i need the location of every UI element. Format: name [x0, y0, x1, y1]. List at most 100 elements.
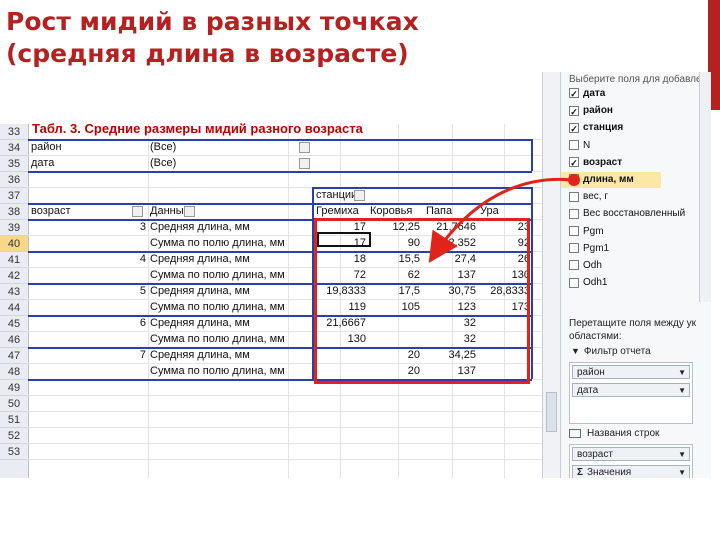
age-value: 6 [139, 317, 146, 329]
field-list-item[interactable]: Вес восстановленный [569, 206, 685, 222]
mean-label: Средняя длина, мм [150, 221, 250, 233]
pill-dropdown-icon[interactable]: ▼ [678, 366, 686, 379]
field-list-item[interactable]: ✓ район [569, 103, 613, 119]
header-row-top [28, 203, 532, 205]
field-label: Pgm1 [583, 242, 610, 254]
field-checkbox[interactable] [569, 225, 579, 236]
column-dropdown-arrow[interactable] [354, 190, 365, 201]
field-checkbox[interactable]: ✓ [569, 157, 579, 168]
active-cell[interactable] [317, 232, 371, 247]
row-field-header[interactable]: возраст [31, 204, 131, 219]
field-checkbox[interactable] [569, 191, 579, 202]
row-number[interactable]: 36 [0, 172, 28, 188]
row-number[interactable]: 43 [0, 284, 28, 300]
sheet-row [28, 444, 542, 460]
pill-dropdown-icon[interactable]: ▼ [678, 384, 686, 397]
field-checkbox[interactable] [569, 243, 579, 254]
sheet-row [28, 188, 542, 204]
sheet-row [28, 412, 542, 428]
field-list-item[interactable]: Odh1 [569, 275, 607, 291]
row-number[interactable]: 33 [0, 124, 28, 140]
row-number[interactable]: 53 [0, 444, 28, 460]
row-number[interactable]: 49 [0, 380, 28, 396]
field-checkbox[interactable] [569, 208, 579, 219]
field-list-item[interactable]: ✓ станция [569, 120, 623, 136]
filter-field-value[interactable]: (Все) [150, 140, 290, 155]
row-number[interactable]: 35 [0, 156, 28, 172]
station-header: Гремиха [316, 205, 359, 217]
pill-dropdown-icon[interactable]: ▼ [678, 448, 686, 461]
field-list-item[interactable]: длина, мм [561, 172, 661, 188]
area-field-pill[interactable]: район ▼ [572, 365, 690, 379]
row-number[interactable]: 39 [0, 220, 28, 236]
field-checkbox[interactable]: ✓ [569, 105, 579, 117]
row-number[interactable]: 42 [0, 268, 28, 284]
field-list-item[interactable]: Odh [569, 258, 602, 274]
rows-icon [569, 428, 581, 438]
scrollbar-thumb[interactable] [546, 392, 557, 432]
field-checkbox[interactable] [569, 260, 579, 271]
field-list-item[interactable]: Pgm [569, 224, 604, 240]
age-value: 3 [139, 221, 146, 233]
filter-dropdown-arrow[interactable] [299, 142, 310, 153]
field-list-item[interactable]: ✓ дата [569, 86, 605, 102]
filter-field-value[interactable]: (Все) [150, 156, 290, 171]
slide-title: Рост мидий в разных точках (средняя длин… [6, 7, 419, 68]
data-dropdown-arrow[interactable] [184, 206, 195, 217]
row-number[interactable]: 34 [0, 140, 28, 156]
row-number[interactable]: 40 [0, 236, 28, 252]
field-label: возраст [583, 156, 623, 168]
row-number[interactable]: 52 [0, 428, 28, 444]
table-right [531, 187, 533, 379]
sheet-row [28, 172, 542, 188]
row-number[interactable]: 45 [0, 316, 28, 332]
area-field-pill[interactable]: Σ Значения ▼ [572, 465, 690, 478]
table-title: Табл. 3. Средние размеры мидий разного в… [32, 121, 363, 136]
station-header: Папа [426, 205, 453, 217]
row-dropdown-arrow[interactable] [132, 206, 143, 217]
pill-dropdown-icon[interactable]: ▼ [678, 466, 686, 478]
area-field-pill[interactable]: возраст ▼ [572, 447, 690, 461]
mean-label: Средняя длина, мм [150, 317, 250, 329]
row-number[interactable]: 44 [0, 300, 28, 316]
row-number[interactable]: 38 [0, 204, 28, 220]
field-label: станция [583, 122, 624, 134]
field-list-item[interactable]: N [569, 138, 590, 154]
field-label: Odh1 [583, 277, 608, 289]
drag-hint: Перетащите поля между ук [569, 318, 696, 329]
drag-hint-2: областями: [569, 331, 622, 342]
filter-area-bottom [28, 171, 532, 173]
field-checkbox[interactable] [569, 277, 579, 288]
field-checkbox[interactable] [569, 174, 579, 185]
sheet-row [28, 396, 542, 412]
field-list-scrollbar[interactable] [699, 72, 711, 302]
area-field-label: район [577, 367, 605, 378]
row-number[interactable]: 46 [0, 332, 28, 348]
sum-label: Сумма по полю длина, мм [150, 333, 285, 345]
filter-dropdown-arrow[interactable] [299, 158, 310, 169]
sum-label: Сумма по полю длина, мм [150, 365, 285, 377]
row-number[interactable]: 47 [0, 348, 28, 364]
mean-label: Средняя длина, мм [150, 285, 250, 297]
column-gridline [148, 124, 149, 478]
row-number[interactable]: 48 [0, 364, 28, 380]
row-number[interactable]: 51 [0, 412, 28, 428]
vertical-scrollbar[interactable] [542, 72, 561, 478]
row-number[interactable]: 50 [0, 396, 28, 412]
field-label: N [583, 139, 591, 151]
field-list-item[interactable]: ✓ возраст [569, 155, 622, 171]
row-headers: 33 34 35 36 37 38 39 40 41 42 43 44 45 46 47 48 49 50 51 52… [0, 124, 29, 478]
field-list-item[interactable]: вес, г [569, 189, 608, 205]
field-list-item[interactable]: Pgm1 [569, 241, 609, 257]
area-field-pill[interactable]: дата ▼ [572, 383, 690, 397]
row-number[interactable]: 37 [0, 188, 28, 204]
row-number[interactable]: 41 [0, 252, 28, 268]
sum-label: Сумма по полю длина, мм [150, 237, 285, 249]
filter-area[interactable]: район ▼ дата ▼ [569, 362, 693, 424]
row-area[interactable]: возраст ▼ Σ Значения ▼ [569, 444, 693, 478]
field-label: Вес восстановленный [583, 208, 686, 220]
field-checkbox[interactable] [569, 139, 579, 150]
field-checkbox[interactable]: ✓ [569, 122, 579, 134]
field-checkbox[interactable]: ✓ [569, 88, 579, 99]
sheet-row [28, 428, 542, 444]
